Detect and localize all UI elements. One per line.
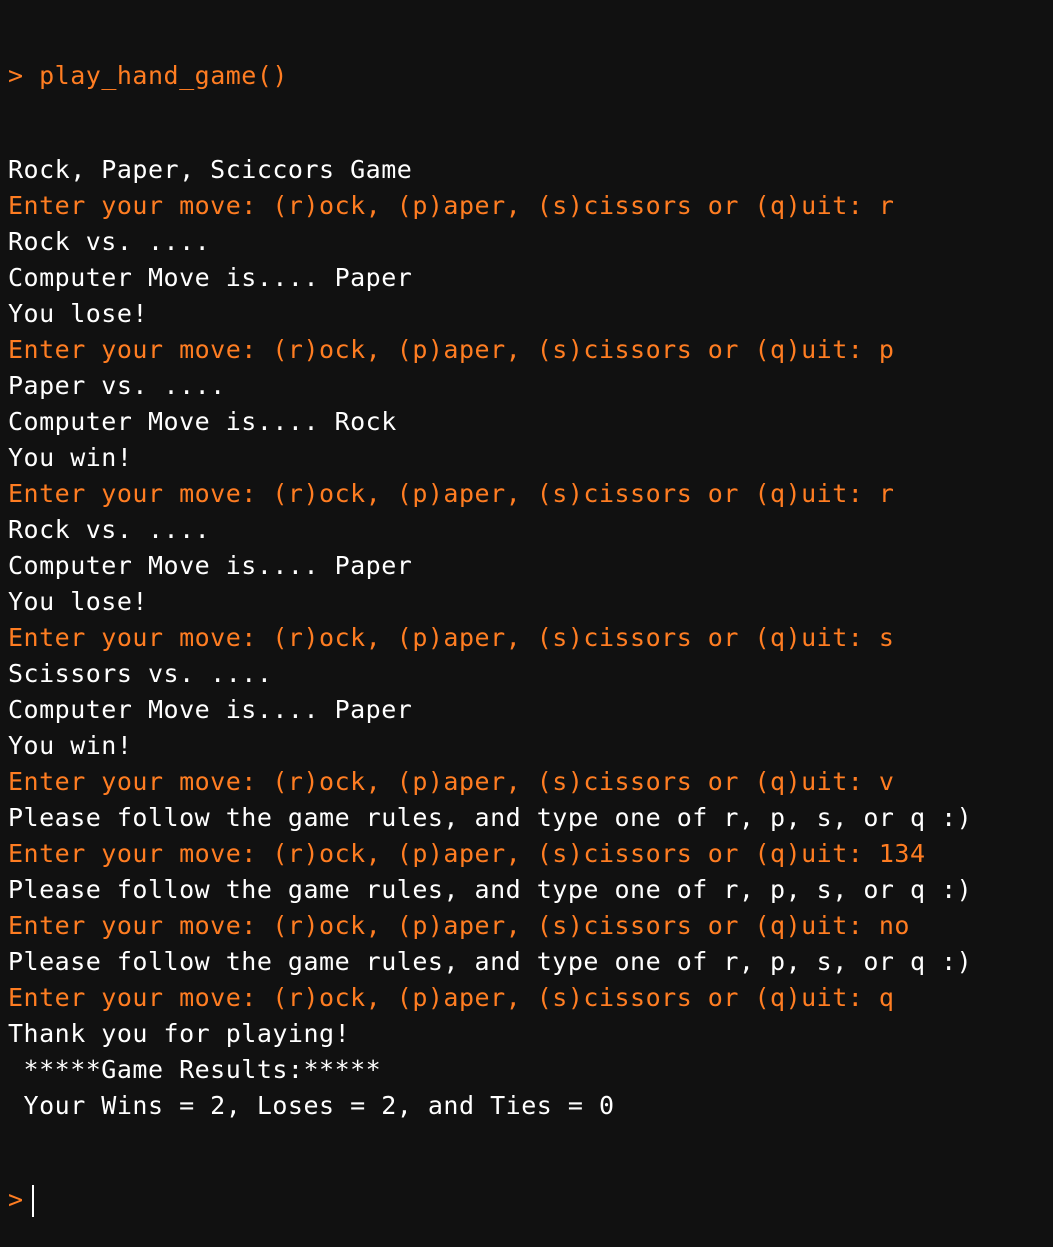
console-prompt-line: Enter your move: (r)ock, (p)aper, (s)cis…: [8, 911, 910, 940]
console-output-line: Computer Move is.... Paper: [8, 263, 413, 292]
console-output-line: You lose!: [8, 587, 148, 616]
console-output-line: You lose!: [8, 299, 148, 328]
console-output-line: Computer Move is.... Paper: [8, 551, 413, 580]
console-output-line: You win!: [8, 443, 133, 472]
console-output-line: Thank you for playing!: [8, 1019, 351, 1048]
console-output-line: Paper vs. ....: [8, 371, 226, 400]
console-output-line: You win!: [8, 731, 133, 760]
console-prompt-line: Enter your move: (r)ock, (p)aper, (s)cis…: [8, 479, 895, 508]
console-prompt-line: Enter your move: (r)ock, (p)aper, (s)cis…: [8, 839, 926, 868]
console-output: Rock, Paper, Sciccors Game Enter your mov…: [8, 152, 1053, 1124]
text-cursor[interactable]: [31, 1185, 34, 1217]
console-output-line: Please follow the game rules, and type o…: [8, 803, 973, 832]
console-output-line: Your Wins = 2, Loses = 2, and Ties = 0: [8, 1091, 615, 1120]
console-output-line: Scissors vs. ....: [8, 659, 273, 688]
prompt-symbol: >: [8, 61, 24, 90]
console-output-line: Computer Move is.... Rock: [8, 407, 397, 436]
console-prompt-line: Enter your move: (r)ock, (p)aper, (s)cis…: [8, 623, 895, 652]
console-prompt-line: Enter your move: (r)ock, (p)aper, (s)cis…: [8, 767, 895, 796]
console-output-line: Rock vs. ....: [8, 515, 211, 544]
console-output-line: Computer Move is.... Paper: [8, 695, 413, 724]
console-prompt-line: Enter your move: (r)ock, (p)aper, (s)cis…: [8, 335, 895, 364]
console-output-line: Rock vs. ....: [8, 227, 211, 256]
console-output-line: Please follow the game rules, and type o…: [8, 875, 973, 904]
command-text: play_hand_game(): [39, 61, 288, 90]
command-line: > play_hand_game(): [8, 58, 1053, 94]
console-prompt-line: Enter your move: (r)ock, (p)aper, (s)cis…: [8, 191, 895, 220]
console-output-line: Rock, Paper, Sciccors Game: [8, 155, 413, 184]
console-pane[interactable]: > play_hand_game() Rock, Paper, Sciccors…: [0, 0, 1053, 1217]
final-prompt-symbol: >: [8, 1185, 24, 1214]
console-output-line: *****Game Results:*****: [8, 1055, 382, 1084]
console-prompt-line: Enter your move: (r)ock, (p)aper, (s)cis…: [8, 983, 895, 1012]
console-output-line: Please follow the game rules, and type o…: [8, 947, 973, 976]
input-line[interactable]: >: [8, 1182, 1053, 1218]
